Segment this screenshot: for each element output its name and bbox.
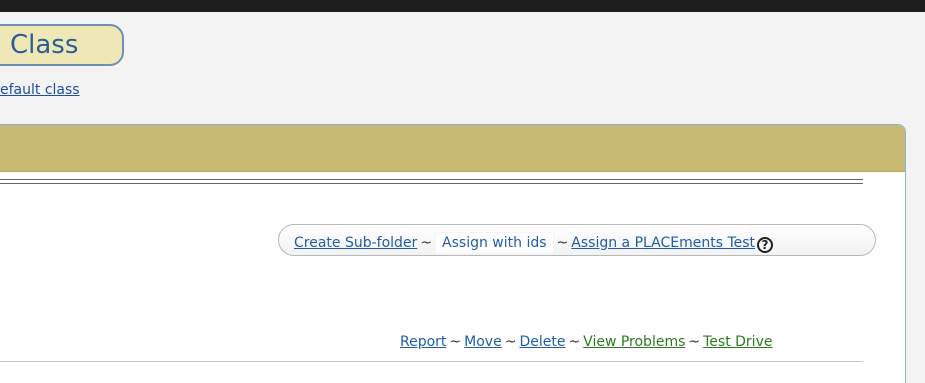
app-viewport: Class efault class Create Sub-folder ~ Ass…: [0, 0, 925, 383]
assign-with-ids-link[interactable]: Assign with ids: [435, 232, 554, 254]
question-circle-icon[interactable]: ?: [757, 237, 774, 253]
main-panel: Create Sub-folder ~ Assign with ids ~ Assign…: [0, 124, 906, 383]
class-title-badge: Class: [0, 24, 124, 66]
default-class-link[interactable]: efault class: [0, 82, 80, 98]
test-drive-link[interactable]: Test Drive: [703, 334, 772, 350]
separator-1: ~: [420, 235, 433, 251]
page-title: Class: [10, 30, 79, 60]
top-action-content: Create Sub-folder ~ Assign with ids ~ Assign…: [294, 232, 774, 254]
top-action-bar: Create Sub-folder ~ Assign with ids ~ Assign…: [278, 224, 876, 256]
bottom-action-links: Report ~ Move ~ Delete ~ View Problems ~ Test Dr…: [400, 334, 772, 350]
view-problems-link[interactable]: View Problems: [583, 334, 685, 350]
bottom-separator-2: ~: [504, 334, 517, 350]
assign-placements-test-link[interactable]: Assign a PLACEments Test: [571, 235, 755, 251]
bottom-separator-1: ~: [449, 334, 462, 350]
separator-2: ~: [556, 235, 569, 251]
create-subfolder-link[interactable]: Create Sub-folder: [294, 235, 417, 251]
report-link[interactable]: Report: [400, 334, 446, 350]
bottom-divider: [0, 361, 863, 362]
bottom-separator-3: ~: [568, 334, 581, 350]
section-divider: [0, 179, 863, 184]
panel-banner: [0, 125, 905, 172]
top-dark-strip: [0, 0, 925, 12]
delete-link[interactable]: Delete: [519, 334, 565, 350]
move-link[interactable]: Move: [464, 334, 502, 350]
bottom-separator-4: ~: [688, 334, 701, 350]
